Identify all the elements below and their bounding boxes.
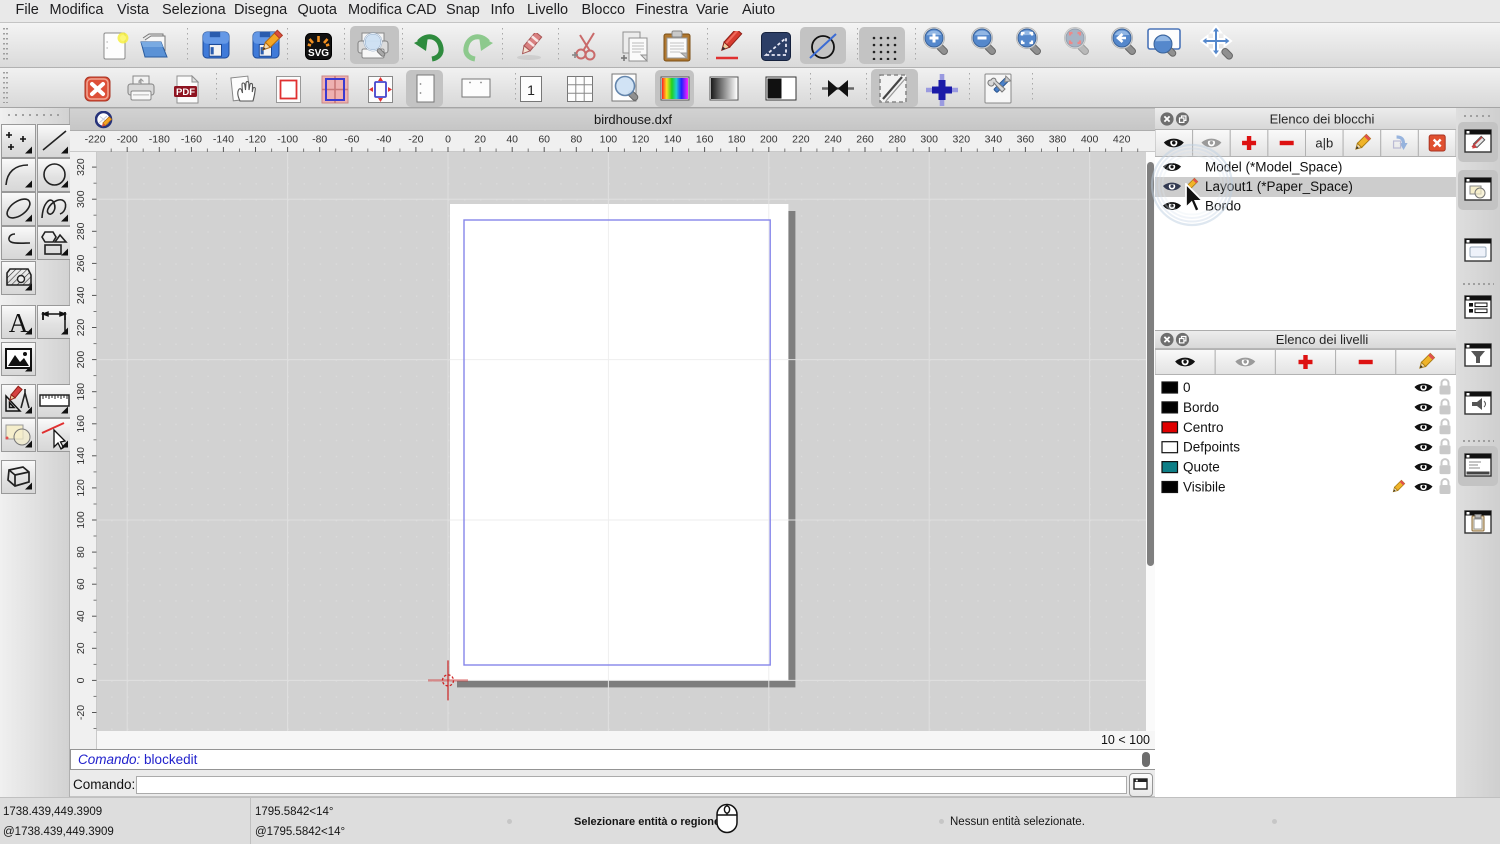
svg-text:-140: -140 xyxy=(213,134,234,146)
svg-text:Elenco dei blocchi: Elenco dei blocchi xyxy=(1270,112,1375,127)
svg-text:0: 0 xyxy=(1183,380,1191,395)
svg-text:Bordo: Bordo xyxy=(1205,199,1241,214)
svg-text:Bordo: Bordo xyxy=(1183,400,1219,415)
svg-text:PDF: PDF xyxy=(176,87,195,98)
svg-text:-160: -160 xyxy=(181,134,202,146)
svg-text:160: 160 xyxy=(75,415,87,433)
svg-text:260: 260 xyxy=(75,254,87,272)
svg-text:240: 240 xyxy=(824,134,842,146)
svg-text:-20: -20 xyxy=(75,705,87,720)
svg-text:240: 240 xyxy=(75,286,87,304)
svg-text:420: 420 xyxy=(1113,134,1131,146)
svg-text:320: 320 xyxy=(953,134,971,146)
svg-text:-200: -200 xyxy=(117,134,138,146)
svg-text:-100: -100 xyxy=(277,134,298,146)
svg-text:40: 40 xyxy=(506,134,518,146)
svg-text:SVG: SVG xyxy=(308,48,329,59)
svg-text:-80: -80 xyxy=(312,134,327,146)
svg-text:380: 380 xyxy=(1049,134,1067,146)
svg-text:-60: -60 xyxy=(344,134,359,146)
svg-text:120: 120 xyxy=(632,134,650,146)
svg-text:-120: -120 xyxy=(245,134,266,146)
svg-text:Elenco dei livelli: Elenco dei livelli xyxy=(1276,332,1369,347)
svg-text:100: 100 xyxy=(75,511,87,529)
svg-text:220: 220 xyxy=(792,134,810,146)
svg-text:400: 400 xyxy=(1081,134,1099,146)
svg-text:140: 140 xyxy=(75,447,87,465)
svg-text:Layout1 (*Paper_Space): Layout1 (*Paper_Space) xyxy=(1205,179,1353,194)
svg-text:1: 1 xyxy=(527,82,535,98)
svg-text:120: 120 xyxy=(75,479,87,497)
svg-text:180: 180 xyxy=(728,134,746,146)
svg-text:Model (*Model_Space): Model (*Model_Space) xyxy=(1205,160,1342,175)
svg-text:200: 200 xyxy=(760,134,778,146)
svg-text:Centro: Centro xyxy=(1183,420,1224,435)
svg-text:320: 320 xyxy=(75,158,87,176)
svg-text:-40: -40 xyxy=(376,134,391,146)
svg-text:80: 80 xyxy=(570,134,582,146)
svg-text:260: 260 xyxy=(856,134,874,146)
svg-text:80: 80 xyxy=(75,546,87,558)
svg-text:100: 100 xyxy=(600,134,618,146)
svg-text:280: 280 xyxy=(75,222,87,240)
svg-text:140: 140 xyxy=(664,134,682,146)
svg-text:60: 60 xyxy=(75,578,87,590)
svg-text:300: 300 xyxy=(920,134,938,146)
svg-text:-20: -20 xyxy=(408,134,423,146)
svg-text:300: 300 xyxy=(75,190,87,208)
svg-text:180: 180 xyxy=(75,383,87,401)
svg-text:160: 160 xyxy=(696,134,714,146)
svg-text:a|b: a|b xyxy=(1315,136,1333,151)
svg-text:280: 280 xyxy=(888,134,906,146)
svg-text:Defpoints: Defpoints xyxy=(1183,440,1240,455)
svg-text:-220: -220 xyxy=(85,134,106,146)
svg-text:360: 360 xyxy=(1017,134,1035,146)
svg-text:A: A xyxy=(9,308,29,338)
svg-text:60: 60 xyxy=(538,134,550,146)
svg-text:Quote: Quote xyxy=(1183,460,1220,475)
svg-text:20: 20 xyxy=(474,134,486,146)
svg-text:Visibile: Visibile xyxy=(1183,480,1226,495)
svg-text:220: 220 xyxy=(75,319,87,337)
svg-text:0: 0 xyxy=(445,134,451,146)
svg-text:20: 20 xyxy=(75,642,87,654)
svg-text:-180: -180 xyxy=(149,134,170,146)
svg-text:40: 40 xyxy=(75,610,87,622)
svg-text:0: 0 xyxy=(75,677,87,683)
svg-text:340: 340 xyxy=(985,134,1003,146)
svg-text:200: 200 xyxy=(75,351,87,369)
